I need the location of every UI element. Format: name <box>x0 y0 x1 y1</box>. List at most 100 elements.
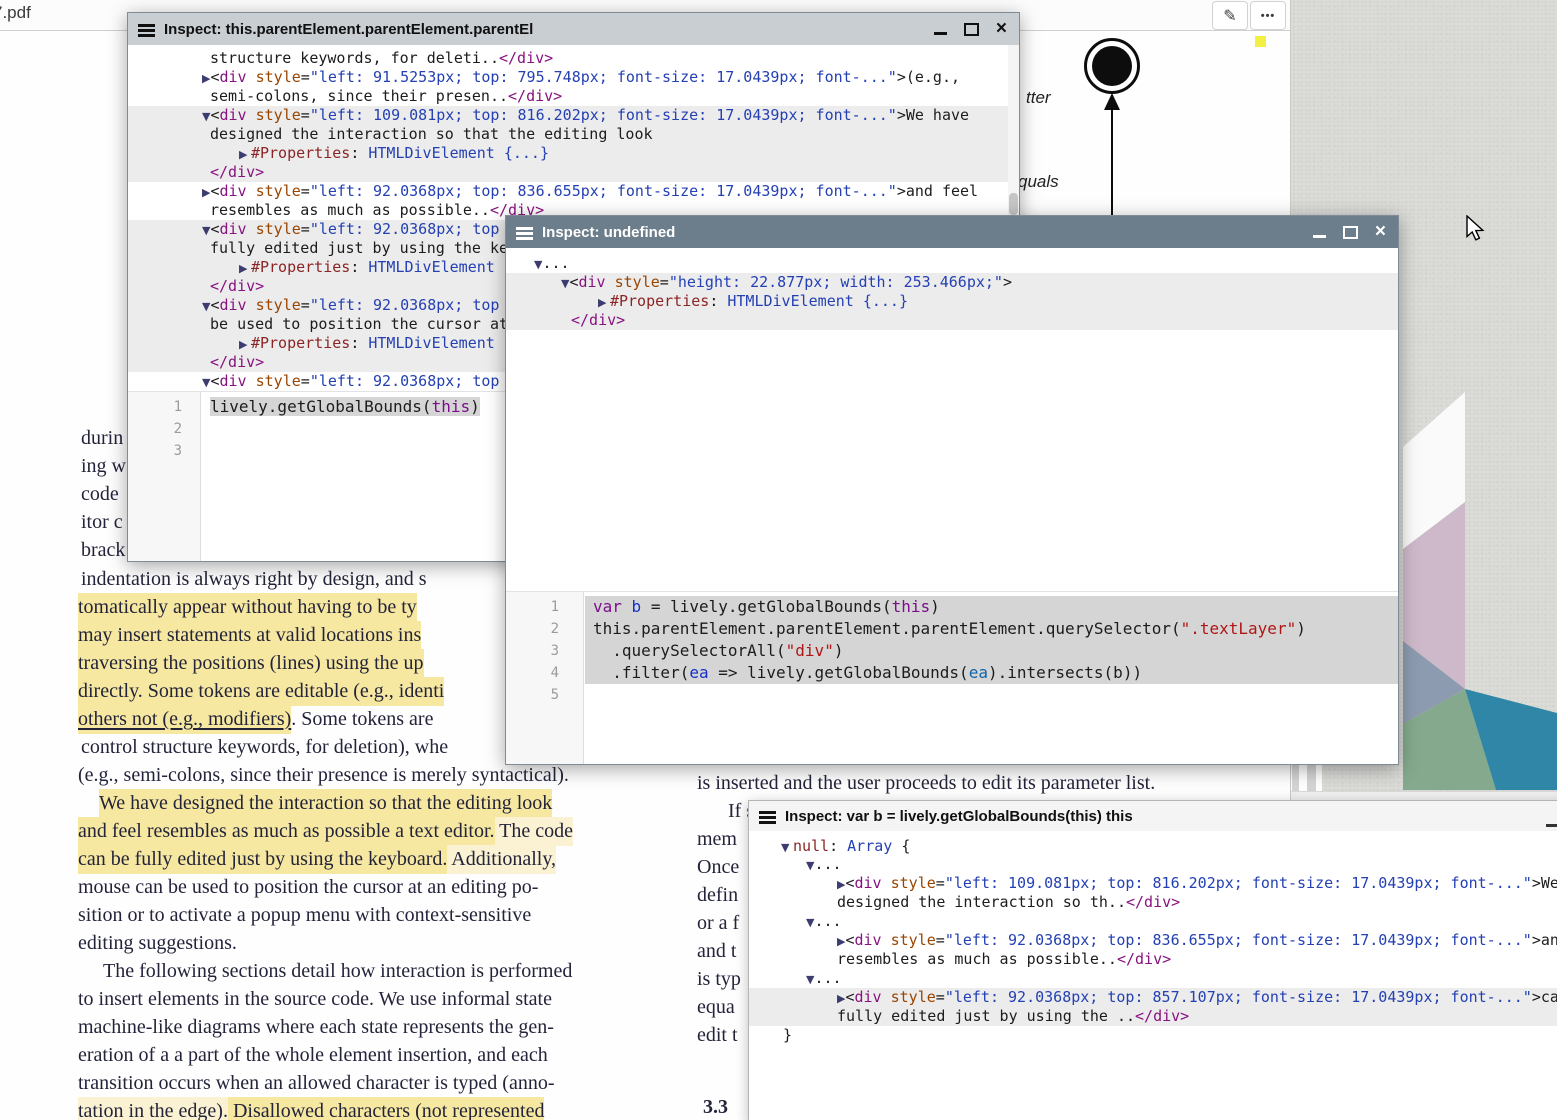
tree-row[interactable]: designed the interaction so that the edi… <box>128 125 1019 144</box>
tree-row[interactable]: ▼<div style="left: 109.081px; top: 816.2… <box>128 106 1019 125</box>
pdf-text-line: can be fully edited just by using the ke… <box>78 846 556 873</box>
pdf-text-line: control structure keywords, for deletion… <box>81 734 448 761</box>
scrollbar-thumb[interactable] <box>1009 193 1018 215</box>
code-line[interactable]: .filter(ea => lively.getGlobalBounds(ea)… <box>585 662 1398 684</box>
desktop-wallpaper-art <box>1398 385 1557 790</box>
tree-row[interactable]: designed the interaction so th..</div> <box>749 893 1557 912</box>
pdf-text-line: directly. Some tokens are editable (e.g.… <box>78 678 444 705</box>
pdf-text-line: tation in the edge). Disallowed characte… <box>78 1098 544 1120</box>
ellipsis-icon: ••• <box>1261 10 1276 22</box>
window-menu-icon[interactable] <box>759 811 776 814</box>
pdf-text-line: may insert statements at valid locations… <box>78 622 421 649</box>
pdf-text-line: durin <box>81 425 123 452</box>
pdf-text-line: to insert elements in the source code. W… <box>78 986 552 1013</box>
inspector-window-undefined[interactable]: Inspect: undefined × ▼...▼<div style="he… <box>505 215 1399 765</box>
bpmn-end-event-fill <box>1092 46 1132 86</box>
pdf-text-line: transition occurs when an allowed charac… <box>78 1070 554 1097</box>
pdf-text-line: sition or to activate a popup menu with … <box>78 902 531 929</box>
pdf-text-line: indentation is always right by design, a… <box>81 566 427 593</box>
line-number: 2 <box>506 618 559 640</box>
line-number: 2 <box>128 418 182 440</box>
close-icon[interactable]: × <box>1375 222 1386 241</box>
line-number: 1 <box>128 396 182 418</box>
pdf-filename: 7.pdf <box>0 3 31 23</box>
edit-pencil-button[interactable]: ✎ <box>1212 1 1248 30</box>
tree-row[interactable]: </div> <box>128 163 1019 182</box>
tree-row[interactable]: ▶ #Properties: HTMLDivElement {...} <box>128 144 1019 163</box>
object-tree: ▼ null: Array {▼...▶<div style="left: 10… <box>749 831 1557 1120</box>
close-icon[interactable]: × <box>996 19 1007 38</box>
tree-row[interactable]: resembles as much as possible..</div> <box>749 950 1557 969</box>
pdf-text-line: and t <box>697 938 736 965</box>
code-editor[interactable]: 12345 var b = lively.getGlobalBounds(thi… <box>506 591 1398 764</box>
pdf-text-line: itor c <box>81 509 123 536</box>
pdf-scrollbar-fragment[interactable] <box>1288 763 1322 791</box>
more-options-button[interactable]: ••• <box>1250 1 1286 30</box>
window-titlebar[interactable]: Inspect: undefined × <box>506 216 1398 248</box>
line-number-gutter: 123 <box>128 392 201 561</box>
pdf-text-line: others not (e.g., modifiers). Some token… <box>78 706 433 733</box>
scrollbar-bar[interactable] <box>1292 763 1299 791</box>
tree-row[interactable]: ▶<div style="left: 92.0368px; top: 836.6… <box>749 931 1557 950</box>
maximize-icon[interactable] <box>1343 226 1358 239</box>
pdf-text-line: machine-like diagrams where each state r… <box>78 1014 554 1041</box>
line-number: 3 <box>506 640 559 662</box>
window-title: Inspect: var b = lively.getGlobalBounds(… <box>785 808 1133 825</box>
tree-row[interactable]: ▶ #Properties: HTMLDivElement {...} <box>506 292 1398 311</box>
tree-row[interactable]: ▼... <box>506 254 1398 273</box>
tree-row[interactable]: fully edited just by using the ..</div> <box>749 1007 1557 1026</box>
pdf-text-line: brack <box>81 537 125 564</box>
diagram-label-partial: tter <box>1026 88 1051 108</box>
tree-row[interactable]: ▼... <box>749 855 1557 874</box>
pdf-text-line: ing w <box>81 453 126 480</box>
pdf-text-line: defin <box>697 882 738 909</box>
pdf-text-line: is typ <box>697 966 741 993</box>
code-area[interactable]: var b = lively.getGlobalBounds(this)this… <box>585 592 1398 764</box>
maximize-icon[interactable] <box>964 23 979 36</box>
yellow-marker-square <box>1255 36 1266 47</box>
pdf-text-line: 3.3 <box>703 1094 728 1120</box>
pdf-text-line: tomatically appear without having to be … <box>78 594 417 621</box>
window-titlebar[interactable]: Inspect: var b = lively.getGlobalBounds(… <box>749 801 1557 832</box>
pdf-text-line: editing suggestions. <box>78 930 237 957</box>
code-line[interactable]: .querySelectorAll("div") <box>585 640 1398 662</box>
minimize-icon[interactable] <box>1546 824 1557 827</box>
tree-row[interactable]: ▼<div style="height: 22.877px; width: 25… <box>506 273 1398 292</box>
pdf-text-line: and feel resembles as much as possible a… <box>78 818 573 845</box>
code-line[interactable]: var b = lively.getGlobalBounds(this) <box>585 596 1398 618</box>
pencil-icon: ✎ <box>1223 6 1236 26</box>
pdf-text-line: or a f <box>697 910 739 937</box>
code-line[interactable]: this.parentElement.parentElement.parentE… <box>585 618 1398 640</box>
tree-row[interactable]: ▶<div style="left: 91.5253px; top: 795.7… <box>128 68 1019 87</box>
line-number-gutter: 12345 <box>506 592 584 764</box>
tree-row[interactable]: } <box>749 1026 1557 1045</box>
tree-row[interactable]: ▶<div style="left: 109.081px; top: 816.2… <box>749 874 1557 893</box>
tree-row[interactable]: ▼... <box>749 912 1557 931</box>
window-menu-icon[interactable] <box>516 227 533 230</box>
diagram-arrow-head <box>1104 93 1120 110</box>
pdf-text-line: mem <box>697 826 737 853</box>
tree-row[interactable]: ▼ null: Array { <box>749 837 1557 856</box>
inspector-window-var-b[interactable]: Inspect: var b = lively.getGlobalBounds(… <box>748 800 1557 1120</box>
minimize-icon[interactable] <box>1313 235 1326 238</box>
minimize-icon[interactable] <box>934 32 947 35</box>
pdf-text-line: Once <box>697 854 739 881</box>
tree-row[interactable]: ▼... <box>749 969 1557 988</box>
tree-row[interactable]: ▶<div style="left: 92.0368px; top: 857.1… <box>749 988 1557 1007</box>
pdf-text-line: The following sections detail how intera… <box>103 958 572 985</box>
line-number: 4 <box>506 662 559 684</box>
window-titlebar[interactable]: Inspect: this.parentElement.parentElemen… <box>128 13 1019 45</box>
pdf-text-line: edit t <box>697 1022 738 1049</box>
window-title: Inspect: undefined <box>542 224 675 241</box>
pdf-text-line: traversing the positions (lines) using t… <box>78 650 424 677</box>
tree-row[interactable]: </div> <box>506 311 1398 330</box>
pdf-text-line: We have designed the interaction so that… <box>99 790 552 817</box>
window-title: Inspect: this.parentElement.parentElemen… <box>164 21 533 38</box>
window-menu-icon[interactable] <box>138 24 155 27</box>
tree-row[interactable]: structure keywords, for deleti..</div> <box>128 49 1019 68</box>
mouse-cursor <box>1466 215 1488 245</box>
code-line[interactable] <box>585 684 1398 706</box>
scrollbar-bar[interactable] <box>1307 763 1316 791</box>
tree-row[interactable]: ▶<div style="left: 92.0368px; top: 836.6… <box>128 182 1019 201</box>
tree-row[interactable]: semi-colons, since their presen..</div> <box>128 87 1019 106</box>
